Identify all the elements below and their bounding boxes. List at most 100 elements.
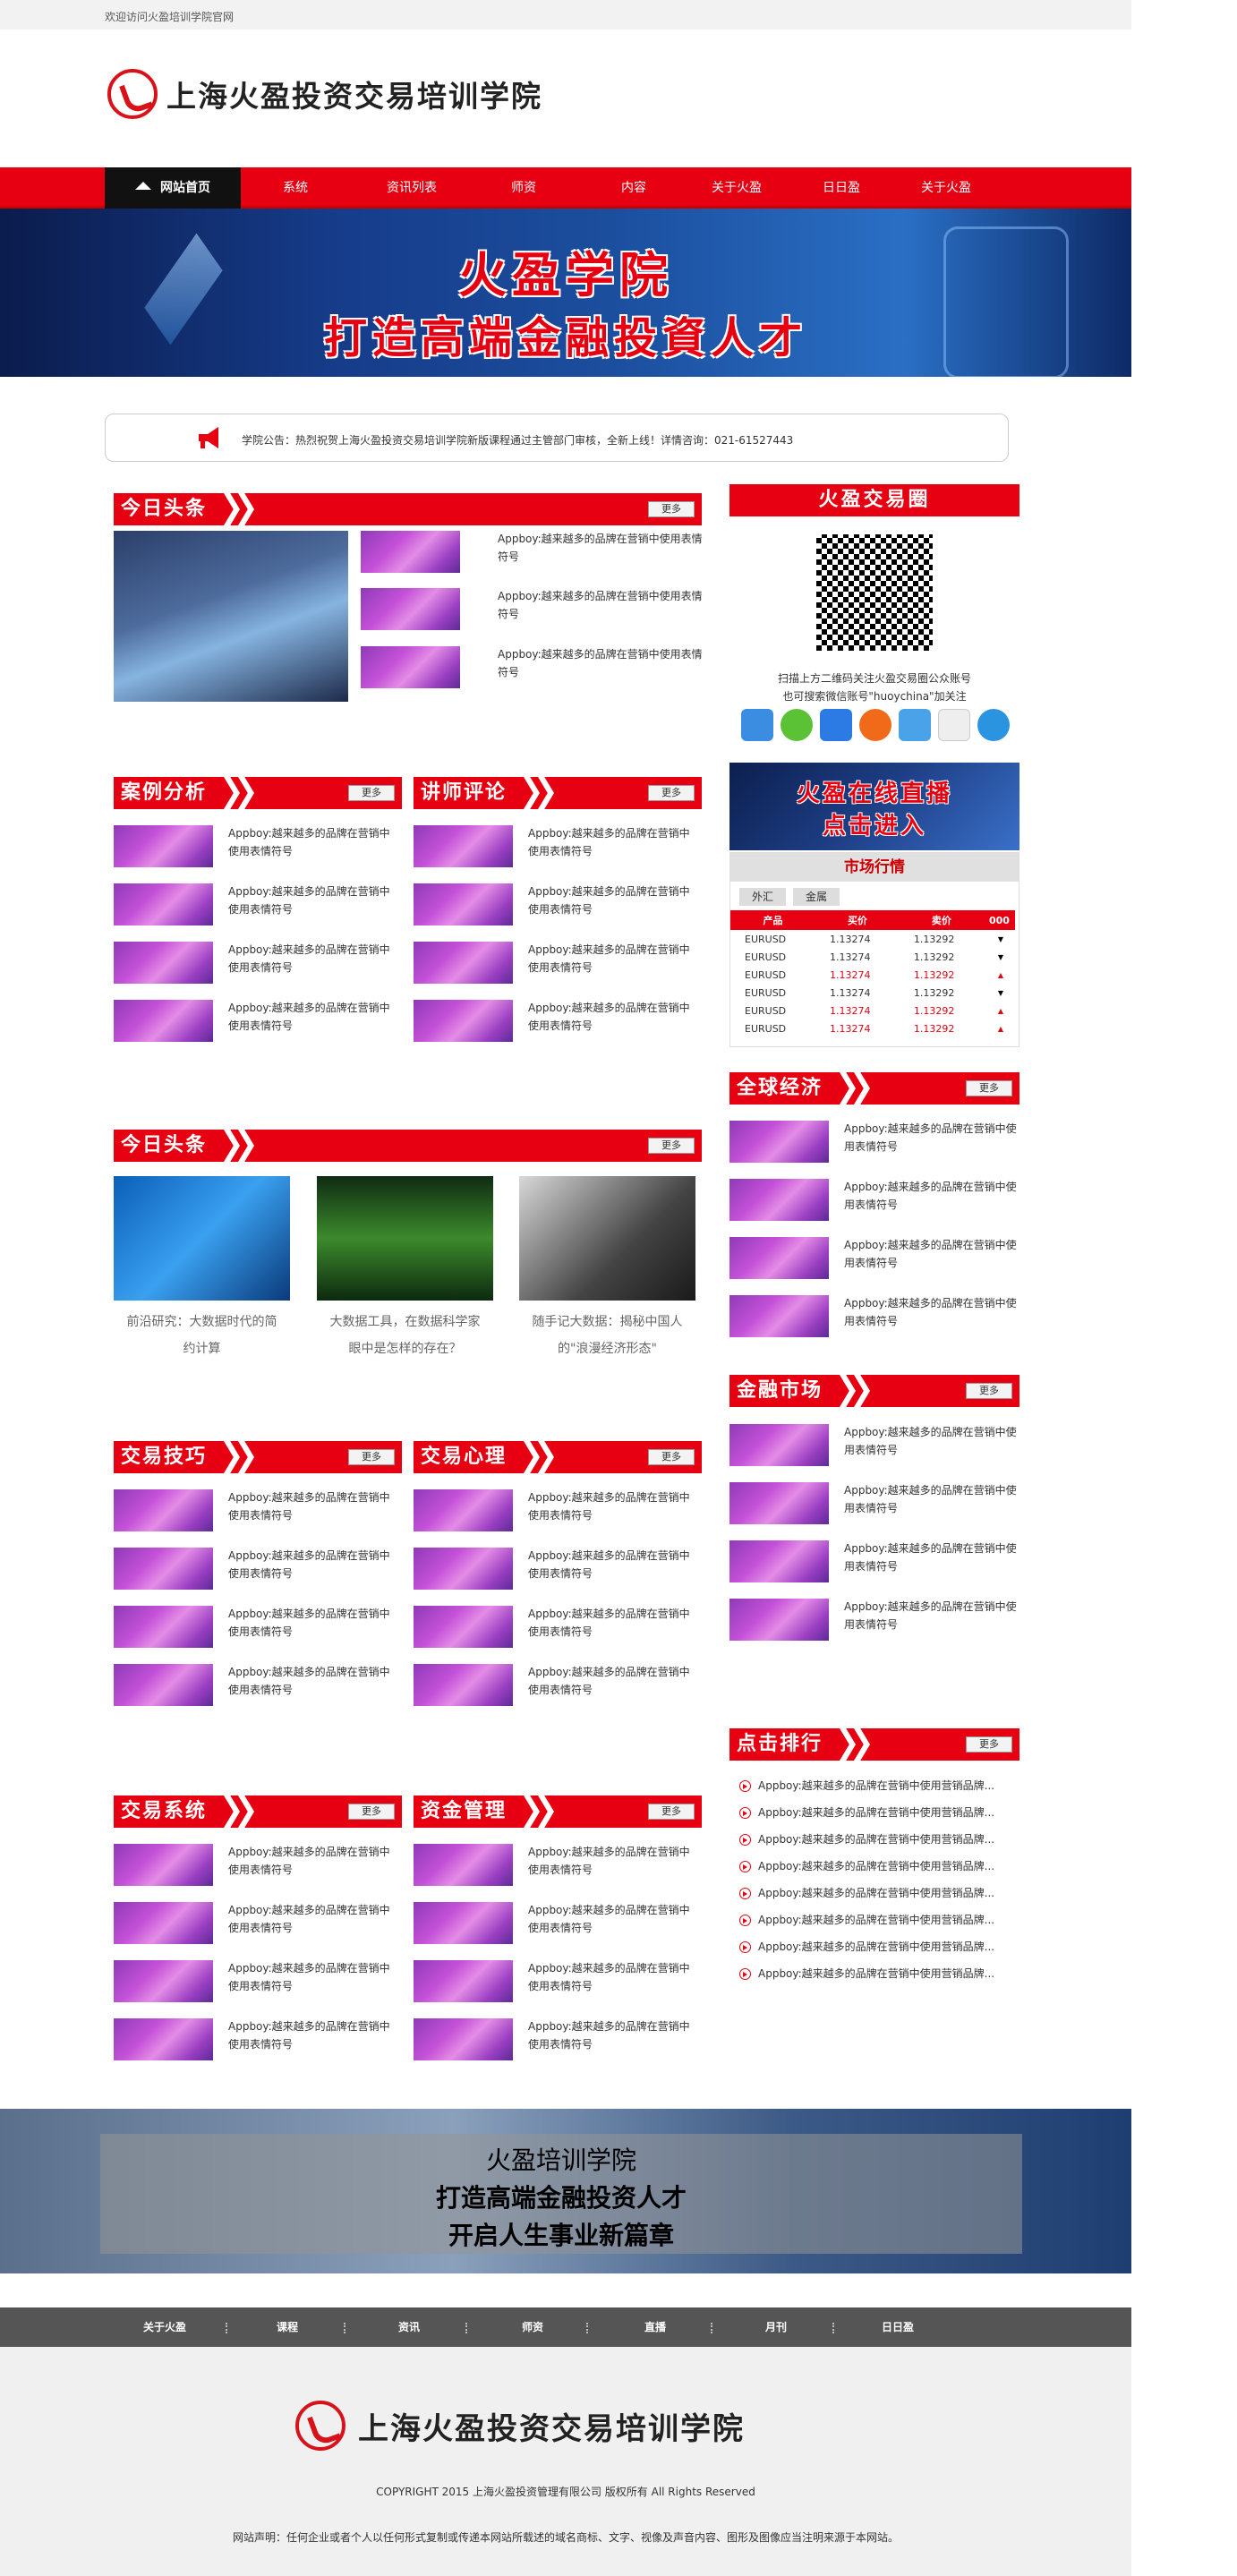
nav-item-teachers[interactable]: 师资 <box>488 167 559 209</box>
ranking-item[interactable]: Appboy:越来越多的品牌在营销中使用营销品牌... <box>739 1912 994 1927</box>
ranking-item[interactable]: Appboy:越来越多的品牌在营销中使用营销品牌... <box>739 1858 994 1873</box>
list-item[interactable]: Appboy:越来越多的品牌在营销中使用表情符号 <box>228 1605 398 1641</box>
list-item[interactable]: Appboy:越来越多的品牌在营销中使用表情符号 <box>228 1488 398 1524</box>
ranking-item[interactable]: Appboy:越来越多的品牌在营销中使用营销品牌... <box>739 1966 994 1981</box>
copy-icon[interactable] <box>938 709 970 741</box>
nav-item-about[interactable]: 关于火盈 <box>696 167 777 209</box>
qq-icon[interactable] <box>977 709 1010 741</box>
card-caption[interactable]: 前沿研究：大数据时代的简 约计算 <box>109 1309 294 1362</box>
thumbnail[interactable] <box>729 1482 829 1524</box>
list-item[interactable]: Appboy:越来越多的品牌在营销中使用表情符号 <box>228 1901 398 1937</box>
list-item[interactable]: Appboy:越来越多的品牌在营销中使用表情符号 <box>498 530 705 566</box>
thumbnail[interactable] <box>414 1664 513 1706</box>
more-button[interactable]: 更多 <box>348 785 395 801</box>
list-item[interactable]: Appboy:越来越多的品牌在营销中使用表情符号 <box>528 999 698 1035</box>
card-caption[interactable]: 大数据工具，在数据科学家 眼中是怎样的存在？ <box>312 1309 498 1362</box>
thumbnail[interactable] <box>729 1237 829 1279</box>
thumbnail[interactable] <box>729 1121 829 1163</box>
thumbnail[interactable] <box>114 883 213 925</box>
thumbnail[interactable] <box>114 1664 213 1706</box>
thumbnail[interactable] <box>414 1844 513 1886</box>
headline-feature-image[interactable] <box>114 531 348 702</box>
thumbnail[interactable] <box>361 588 460 630</box>
list-item[interactable]: Appboy:越来越多的品牌在营销中使用表情符号 <box>228 941 398 977</box>
wechat-icon[interactable] <box>781 709 813 741</box>
list-item[interactable]: Appboy:越来越多的品牌在营销中使用表情符号 <box>844 1423 1019 1459</box>
more-button[interactable]: 更多 <box>648 1804 695 1820</box>
footer-link-teachers[interactable]: 师资 <box>522 2307 543 2347</box>
list-item[interactable]: Appboy:越来越多的品牌在营销中使用表情符号 <box>528 1605 698 1641</box>
thumbnail[interactable] <box>414 1000 513 1042</box>
list-item[interactable]: Appboy:越来越多的品牌在营销中使用表情符号 <box>844 1540 1019 1575</box>
list-item[interactable]: Appboy:越来越多的品牌在营销中使用表情符号 <box>498 587 705 623</box>
thumbnail[interactable] <box>729 1540 829 1582</box>
nav-item-content[interactable]: 内容 <box>598 167 670 209</box>
list-item[interactable]: Appboy:越来越多的品牌在营销中使用表情符号 <box>228 824 398 860</box>
site-logo[interactable]: 上海火盈投资交易培训学院 <box>107 67 542 121</box>
nav-item-about-2[interactable]: 关于火盈 <box>906 167 986 209</box>
thumbnail[interactable] <box>414 942 513 984</box>
bottom-banner[interactable]: 火盈培训学院 打造高端金融投资人才 开启人生事业新篇章 <box>0 2109 1131 2273</box>
thumbnail[interactable] <box>114 1902 213 1944</box>
more-button[interactable]: 更多 <box>648 1449 695 1465</box>
list-item[interactable]: Appboy:越来越多的品牌在营销中使用表情符号 <box>528 883 698 918</box>
thumbnail[interactable] <box>114 825 213 867</box>
list-item[interactable]: Appboy:越来越多的品牌在营销中使用表情符号 <box>228 1663 398 1699</box>
thumbnail[interactable] <box>361 646 460 688</box>
nav-home[interactable]: 网站首页 <box>105 167 241 209</box>
thumbnail[interactable] <box>729 1424 829 1466</box>
thumbnail[interactable] <box>729 1295 829 1337</box>
list-item[interactable]: Appboy:越来越多的品牌在营销中使用表情符号 <box>228 1843 398 1879</box>
list-item[interactable]: Appboy:越来越多的品牌在营销中使用表情符号 <box>528 2017 698 2053</box>
thumbnail[interactable] <box>114 1844 213 1886</box>
thumbnail[interactable] <box>361 531 460 573</box>
list-item[interactable]: Appboy:越来越多的品牌在营销中使用表情符号 <box>528 1488 698 1524</box>
list-item[interactable]: Appboy:越来越多的品牌在营销中使用表情符号 <box>844 1598 1019 1633</box>
thumbnail[interactable] <box>114 1489 213 1531</box>
thumbnail[interactable] <box>414 825 513 867</box>
nav-item-system[interactable]: 系统 <box>260 167 331 209</box>
pengyou-icon[interactable] <box>899 709 931 741</box>
list-item[interactable]: Appboy:越来越多的品牌在营销中使用表情符号 <box>498 645 705 681</box>
nav-item-news[interactable]: 资讯列表 <box>367 167 456 209</box>
ranking-item[interactable]: Appboy:越来越多的品牌在营销中使用营销品牌... <box>739 1939 994 1954</box>
list-item[interactable]: Appboy:越来越多的品牌在营销中使用表情符号 <box>228 883 398 918</box>
footer-logo[interactable]: 上海火盈投资交易培训学院 <box>295 2401 745 2451</box>
more-button[interactable]: 更多 <box>648 501 695 517</box>
thumbnail[interactable] <box>114 2018 213 2060</box>
more-button[interactable]: 更多 <box>648 1138 695 1154</box>
list-item[interactable]: Appboy:越来越多的品牌在营销中使用表情符号 <box>528 1901 698 1937</box>
thumbnail[interactable] <box>414 1489 513 1531</box>
list-item[interactable]: Appboy:越来越多的品牌在营销中使用表情符号 <box>228 2017 398 2053</box>
list-item[interactable]: Appboy:越来越多的品牌在营销中使用表情符号 <box>844 1236 1019 1272</box>
list-item[interactable]: Appboy:越来越多的品牌在营销中使用表情符号 <box>528 1663 698 1699</box>
list-item[interactable]: Appboy:越来越多的品牌在营销中使用表情符号 <box>228 1959 398 1995</box>
more-button[interactable]: 更多 <box>966 1736 1012 1753</box>
thumbnail[interactable] <box>414 1606 513 1648</box>
thumbnail[interactable] <box>414 2018 513 2060</box>
footer-link-news[interactable]: 资讯 <box>398 2307 420 2347</box>
footer-link-monthly[interactable]: 月刊 <box>765 2307 787 2347</box>
tab-forex[interactable]: 外汇 <box>739 888 786 906</box>
more-button[interactable]: 更多 <box>648 785 695 801</box>
list-item[interactable]: Appboy:越来越多的品牌在营销中使用表情符号 <box>844 1294 1019 1330</box>
thumbnail[interactable] <box>414 1960 513 2002</box>
more-button[interactable]: 更多 <box>966 1383 1012 1399</box>
thumbnail[interactable] <box>729 1179 829 1221</box>
ranking-item[interactable]: Appboy:越来越多的品牌在营销中使用营销品牌... <box>739 1831 994 1847</box>
list-item[interactable]: Appboy:越来越多的品牌在营销中使用表情符号 <box>228 999 398 1035</box>
thumbnail[interactable] <box>414 1548 513 1590</box>
list-item[interactable]: Appboy:越来越多的品牌在营销中使用表情符号 <box>844 1481 1019 1517</box>
more-button[interactable]: 更多 <box>966 1080 1012 1096</box>
footer-link-live[interactable]: 直播 <box>644 2307 666 2347</box>
list-item[interactable]: Appboy:越来越多的品牌在营销中使用表情符号 <box>844 1178 1019 1214</box>
tab-metal[interactable]: 金属 <box>793 888 840 906</box>
footer-link-about[interactable]: 关于火盈 <box>143 2307 186 2347</box>
footer-link-daily[interactable]: 日日盈 <box>882 2307 914 2347</box>
thumbnail[interactable] <box>114 1606 213 1648</box>
live-stream-banner[interactable]: 火盈在线直播 点击进入 <box>729 763 1019 850</box>
list-item[interactable]: Appboy:越来越多的品牌在营销中使用表情符号 <box>528 941 698 977</box>
ranking-item[interactable]: Appboy:越来越多的品牌在营销中使用营销品牌... <box>739 1778 994 1793</box>
list-item[interactable]: Appboy:越来越多的品牌在营销中使用表情符号 <box>528 1843 698 1879</box>
card-image-datacenter[interactable] <box>317 1176 493 1301</box>
